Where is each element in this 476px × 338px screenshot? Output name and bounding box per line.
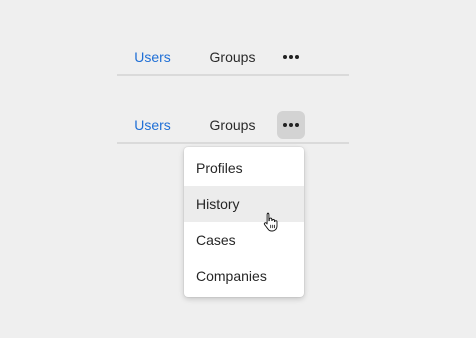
menu-item-cases[interactable]: Cases xyxy=(184,222,304,258)
more-horizontal-icon xyxy=(282,123,300,127)
tab-bar-overflow-open: Users Groups xyxy=(117,108,349,144)
menu-item-history[interactable]: History xyxy=(184,186,304,222)
tab-users[interactable]: Users xyxy=(117,40,188,76)
more-tabs-button[interactable] xyxy=(277,43,305,71)
tab-groups-label: Groups xyxy=(209,49,256,65)
hand-pointer-icon xyxy=(263,212,278,232)
tab-users[interactable]: Users xyxy=(117,108,188,144)
menu-item-profiles[interactable]: Profiles xyxy=(184,150,304,186)
menu-item-label: Cases xyxy=(196,232,236,248)
tab-bar-default: Users Groups xyxy=(117,40,349,76)
menu-item-label: Profiles xyxy=(196,160,243,176)
tab-users-label: Users xyxy=(134,117,171,133)
tab-bar-divider xyxy=(117,142,349,144)
menu-item-label: History xyxy=(196,196,240,212)
overflow-menu: Profiles History Cases Companies xyxy=(184,147,304,297)
tab-groups-label: Groups xyxy=(209,117,256,133)
tab-bar-divider xyxy=(117,74,349,76)
menu-item-companies[interactable]: Companies xyxy=(184,258,304,294)
tab-users-label: Users xyxy=(134,49,171,65)
more-tabs-button[interactable] xyxy=(277,111,305,139)
menu-item-label: Companies xyxy=(196,268,267,284)
tab-groups[interactable]: Groups xyxy=(197,108,268,142)
tab-groups[interactable]: Groups xyxy=(197,40,268,74)
more-horizontal-icon xyxy=(282,55,300,59)
